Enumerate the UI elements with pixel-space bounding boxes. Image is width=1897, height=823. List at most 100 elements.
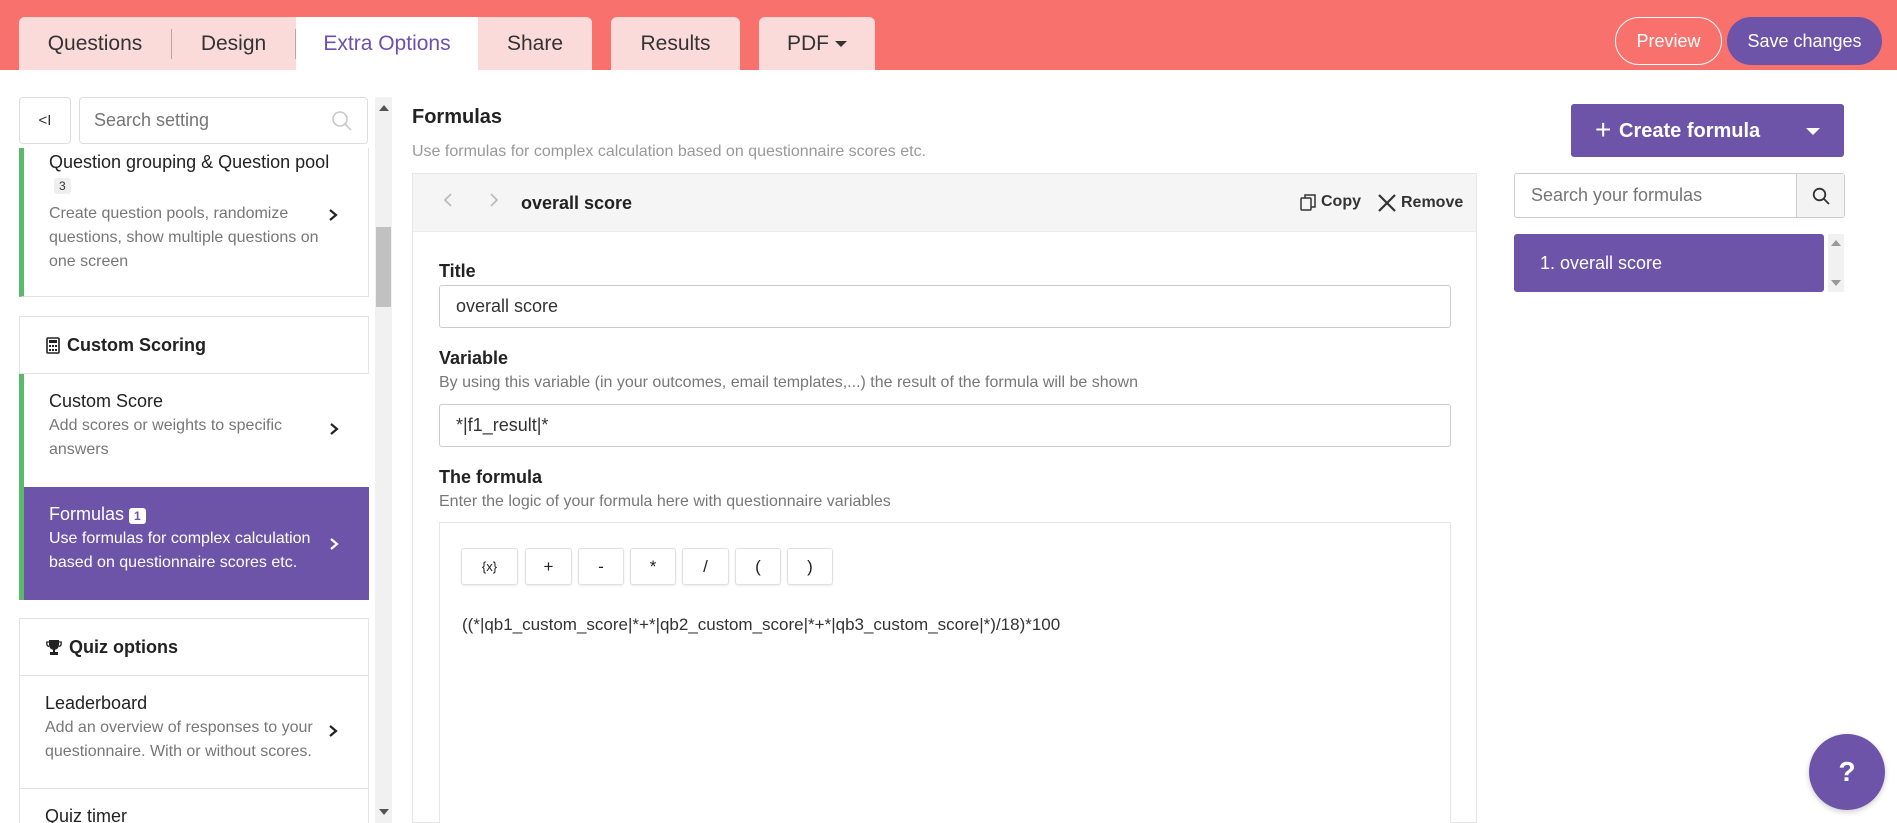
sidebar-item-formulas[interactable]: Formulas 1 Use formulas for complex calc… — [19, 487, 369, 600]
sidebar-item-description: Use formulas for complex calculation bas… — [49, 530, 311, 571]
tab-extra-options-label: Extra Options — [323, 31, 451, 55]
variable-input[interactable] — [439, 404, 1451, 447]
section-heading: Custom Scoring — [20, 317, 369, 374]
section-heading: Quiz options — [20, 619, 369, 676]
preview-button[interactable]: Preview — [1615, 17, 1722, 65]
settings-sidebar: Question grouping & Question pool 3 Crea… — [19, 148, 369, 823]
formula-list-scrollbar[interactable] — [1828, 234, 1844, 292]
save-changes-label: Save changes — [1747, 30, 1862, 51]
minus-operator-button[interactable]: - — [578, 548, 624, 585]
sidebar-item-quiz-timer[interactable]: Quiz timer — [20, 789, 368, 823]
sidebar-item-description: Add scores or weights to specific answer… — [49, 417, 282, 458]
sidebar-item-custom-score[interactable]: Custom Score Add scores or weights to sp… — [19, 374, 369, 487]
remove-button[interactable]: Remove — [1377, 193, 1463, 213]
divide-operator-button[interactable]: / — [682, 548, 729, 585]
open-paren-button[interactable]: ( — [735, 548, 781, 585]
scroll-up-icon[interactable] — [379, 105, 389, 111]
trophy-icon — [46, 639, 62, 655]
help-button[interactable]: ? — [1809, 734, 1885, 810]
formula-editor-header: overall score Copy Remove — [413, 174, 1476, 232]
search-icon — [331, 110, 353, 137]
multiply-operator-button[interactable]: * — [630, 548, 676, 585]
remove-label: Remove — [1401, 194, 1464, 211]
chevron-left-icon[interactable] — [443, 192, 453, 213]
copy-icon — [1300, 193, 1316, 211]
top-navigation-bar: Questions Design Extra Options Share Res… — [0, 0, 1897, 70]
chevron-right-icon — [328, 208, 338, 227]
chevron-right-icon — [329, 422, 339, 441]
search-setting-input[interactable] — [80, 98, 310, 143]
title-input[interactable] — [439, 285, 1451, 328]
formula-list-item-label: 1. overall score — [1540, 252, 1663, 273]
close-paren-button[interactable]: ) — [787, 548, 833, 585]
sidebar-item-description: Create question pools, randomize questio… — [49, 205, 319, 270]
variable-help-text: By using this variable (in your outcomes… — [439, 374, 1138, 391]
page-subtitle: Use formulas for complex calculation bas… — [412, 143, 927, 160]
formula-search-input[interactable] — [1515, 174, 1795, 217]
sidebar-item-title: Leaderboard — [45, 693, 148, 713]
sidebar-item-title: Formulas 1 — [49, 504, 146, 525]
tab-pdf[interactable]: PDF — [759, 17, 875, 70]
page-title: Formulas — [412, 106, 503, 128]
sidebar-item-leaderboard[interactable]: Leaderboard Add an overview of responses… — [20, 676, 368, 789]
caret-down-icon — [835, 40, 847, 47]
tab-share-label: Share — [506, 31, 564, 55]
formula-editor[interactable]: {x} + - * / ( ) ((*|qb1_custom_score|*+*… — [439, 522, 1451, 823]
section-heading-label: Quiz options — [69, 636, 178, 657]
chevron-right-icon[interactable] — [489, 192, 499, 213]
formula-search-button[interactable] — [1796, 174, 1844, 217]
count-badge: 3 — [54, 178, 71, 194]
close-icon — [1378, 194, 1396, 212]
copy-label: Copy — [1321, 193, 1361, 210]
sidebar-item-title: Question grouping & Question pool — [49, 152, 330, 172]
create-formula-button[interactable]: + Create formula — [1571, 104, 1844, 157]
scroll-up-icon[interactable] — [1831, 240, 1841, 246]
tab-results[interactable]: Results — [611, 17, 740, 70]
collapse-icon: <I — [38, 112, 52, 129]
plus-icon: + — [1595, 114, 1612, 145]
tab-extra-options[interactable]: Extra Options — [296, 17, 478, 70]
sidebar-item-question-grouping[interactable]: Question grouping & Question pool 3 Crea… — [19, 148, 369, 297]
formula-field-label: The formula — [439, 467, 543, 487]
create-formula-label: Create formula — [1619, 120, 1761, 142]
sidebar-item-title: Quiz timer — [45, 806, 128, 823]
sidebar-item-title-text: Formulas — [49, 504, 125, 524]
calculator-icon — [46, 336, 60, 354]
quiz-options-section: Quiz options Leaderboard Add an overview… — [19, 618, 369, 823]
copy-button[interactable]: Copy — [1300, 193, 1361, 211]
scroll-down-icon[interactable] — [379, 809, 389, 815]
formula-list-item[interactable]: 1. overall score — [1514, 234, 1824, 292]
formula-name: overall score — [521, 193, 633, 213]
sidebar-scrollbar[interactable] — [375, 97, 392, 823]
sidebar-item-title: Custom Score — [49, 391, 164, 411]
preview-label: Preview — [1636, 30, 1701, 51]
tab-pdf-label: PDF — [787, 31, 829, 55]
formula-search-field[interactable] — [1514, 173, 1845, 218]
custom-scoring-section: Custom Scoring Custom Score Add scores o… — [19, 316, 369, 600]
plus-operator-button[interactable]: + — [525, 548, 572, 585]
caret-down-icon[interactable] — [1806, 128, 1820, 135]
count-badge: 1 — [129, 508, 146, 524]
collapse-sidebar-button[interactable]: <I — [19, 97, 71, 144]
title-field-label: Title — [439, 261, 476, 281]
search-icon — [1812, 187, 1830, 205]
formula-help-text: Enter the logic of your formula here wit… — [439, 493, 891, 510]
chevron-right-icon — [329, 537, 339, 556]
tab-questions[interactable]: Questions — [19, 17, 171, 70]
question-mark-icon: ? — [1838, 756, 1856, 787]
scroll-thumb[interactable] — [376, 227, 391, 307]
formula-expression[interactable]: ((*|qb1_custom_score|*+*|qb2_custom_scor… — [462, 615, 1060, 635]
scroll-down-icon[interactable] — [1831, 280, 1841, 286]
tab-design-label: Design — [200, 31, 267, 55]
variable-field-label: Variable — [439, 348, 509, 368]
tab-design[interactable]: Design — [172, 17, 295, 70]
chevron-right-icon — [328, 724, 338, 743]
insert-variable-button[interactable]: {x} — [461, 548, 518, 585]
formula-editor-panel: overall score Copy Remove Title Variable… — [412, 173, 1477, 823]
tab-share[interactable]: Share — [478, 17, 592, 70]
save-changes-button[interactable]: Save changes — [1727, 17, 1882, 65]
tab-questions-label: Questions — [47, 31, 143, 55]
search-setting-field[interactable] — [79, 97, 368, 144]
sidebar-item-description: Add an overview of responses to your que… — [45, 719, 313, 760]
section-heading-label: Custom Scoring — [67, 334, 207, 355]
